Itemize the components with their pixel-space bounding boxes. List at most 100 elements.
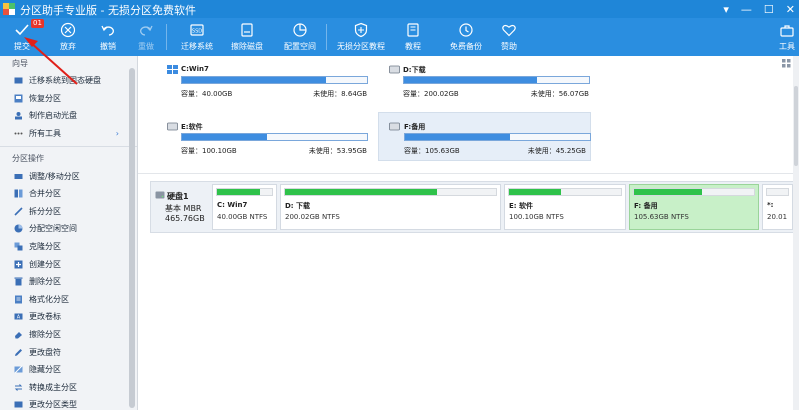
partition-usage-bar xyxy=(284,188,497,196)
sidebar-item-label: 格式化分区 xyxy=(29,294,69,304)
sidebar-item-resize-move[interactable]: 调整/移动分区 xyxy=(0,167,137,185)
sidebar-item-label: 更改卷标 xyxy=(29,312,61,322)
partition-name: F: 备用 xyxy=(634,202,658,210)
drive-card[interactable]: C:Win7 容量：40.00GB 未使用：8.64GB xyxy=(164,62,369,104)
drive-usage-fill xyxy=(182,77,327,83)
sidebar-item-delete[interactable]: 删除分区 xyxy=(0,273,137,291)
sidebar-item-migrate-ssd[interactable]: 迁移系统到固态硬盘 xyxy=(0,72,137,90)
disk-info[interactable]: 硬盘1 基本 MBR 465.76GB xyxy=(153,184,211,228)
partition-name: *: xyxy=(767,201,774,209)
partition-block-unallocated[interactable]: *: 20.01 xyxy=(762,184,793,230)
wizard-section-header: 向导 xyxy=(12,59,28,68)
sidebar-item-change-drive-letter[interactable]: 更改盘符 xyxy=(0,343,137,361)
discard-icon xyxy=(60,22,76,38)
sidebar-item-format[interactable]: 格式化分区 xyxy=(0,291,137,309)
drive-usage-fill xyxy=(405,134,511,140)
drive-icon xyxy=(167,122,178,131)
wipe-disk-icon xyxy=(241,23,253,37)
partition-usage-fill xyxy=(217,189,260,195)
undo-button[interactable]: 撤销 xyxy=(100,20,116,54)
sidebar-item-label: 擦除分区 xyxy=(29,330,61,340)
tutorial-button[interactable]: 教程 xyxy=(405,20,421,54)
disk-type: 基本 MBR xyxy=(165,204,202,213)
partition-usage-bar xyxy=(508,188,622,196)
tutorial-label: 教程 xyxy=(405,42,421,51)
sidebar-item-hide[interactable]: 隐藏分区 xyxy=(0,361,137,379)
drive-usage-fill xyxy=(404,77,538,83)
partition-info: 40.00GB NTFS xyxy=(217,213,268,221)
minimize-button[interactable]: — xyxy=(741,3,752,16)
free-backup-button[interactable]: 免费备份 xyxy=(450,20,482,54)
maximize-button[interactable]: ☐ xyxy=(764,3,774,16)
main-scrollbar[interactable] xyxy=(793,56,799,410)
backup-icon xyxy=(459,23,473,37)
pie-chart-icon xyxy=(14,224,23,233)
sidebar-item-all-tools[interactable]: 所有工具 › xyxy=(0,125,137,143)
migrate-os-button[interactable]: SSD 迁移系统 xyxy=(181,20,213,54)
sidebar-item-label: 所有工具 xyxy=(29,129,61,139)
trash-icon xyxy=(14,277,23,286)
discard-button[interactable]: 放弃 xyxy=(60,20,76,54)
allocate-space-button[interactable]: 配置空间 xyxy=(284,20,316,54)
partition-block[interactable]: D: 下载 200.02GB NTFS xyxy=(280,184,501,230)
donate-label: 赞助 xyxy=(501,42,517,51)
sidebar-item-label: 转换成主分区 xyxy=(29,382,77,392)
partition-info: 200.02GB NTFS xyxy=(285,213,340,221)
sidebar-scrollbar[interactable] xyxy=(129,68,135,408)
sidebar-item-make-bootable-disc[interactable]: 制作启动光盘 xyxy=(0,107,137,125)
drive-card[interactable]: E:软件 容量：100.10GB 未使用：53.95GB xyxy=(164,119,369,161)
sidebar-item-allocate-free-space[interactable]: 分配空闲空间 xyxy=(0,220,137,238)
shield-icon xyxy=(354,22,368,38)
close-button[interactable]: ✕ xyxy=(786,3,795,16)
partition-block[interactable]: C: Win7 40.00GB NTFS xyxy=(212,184,277,230)
partition-name: C: Win7 xyxy=(217,201,248,209)
menu-dropdown-button[interactable]: ▾ xyxy=(723,3,729,16)
sidebar-item-create[interactable]: 创建分区 xyxy=(0,255,137,273)
sidebar-divider xyxy=(0,146,137,148)
partition-ops-header: 分区操作 xyxy=(12,154,44,164)
drive-name: E:软件 xyxy=(181,123,203,131)
wipe-disk-button[interactable]: 擦除磁盘 xyxy=(231,20,263,54)
sidebar-item-merge[interactable]: 合并分区 xyxy=(0,185,137,203)
undo-icon xyxy=(101,25,114,36)
chevron-right-icon: › xyxy=(115,129,119,139)
commit-button[interactable]: 01 提交 xyxy=(14,19,44,54)
sidebar-item-recover-partition[interactable]: 恢复分区 xyxy=(0,90,137,108)
lossless-tutorial-button[interactable]: 无损分区教程 xyxy=(337,20,385,54)
sidebar-item-wipe[interactable]: 擦除分区 xyxy=(0,326,137,344)
main-panel: C:Win7 容量：40.00GB 未使用：8.64GB D:下载 容量：200… xyxy=(138,56,799,410)
drive-card-selected[interactable]: F:备用 容量：105.63GB 未使用：45.25GB xyxy=(378,112,591,161)
app-logo-icon xyxy=(3,3,15,15)
commit-label: 提交 xyxy=(14,42,30,51)
drive-capacity: 容量：40.00GB xyxy=(181,90,233,98)
migrate-icon xyxy=(14,77,23,84)
sidebar-item-change-label[interactable]: A 更改卷标 xyxy=(0,308,137,326)
drive-name: D:下载 xyxy=(403,66,426,74)
hard-disk-icon xyxy=(155,191,165,199)
svg-text:A: A xyxy=(17,315,21,321)
redo-button[interactable]: 重做 xyxy=(138,20,154,54)
partition-block[interactable]: E: 软件 100.10GB NTFS xyxy=(504,184,626,230)
view-grid-icon[interactable] xyxy=(782,59,791,68)
resize-icon xyxy=(14,173,23,179)
sidebar-item-label: 制作启动光盘 xyxy=(29,111,77,121)
sidebar-item-split[interactable]: 拆分分区 xyxy=(0,203,137,221)
partition-block-selected[interactable]: F: 备用 105.63GB NTFS xyxy=(629,184,759,230)
sidebar-item-change-type[interactable]: 更改分区类型 xyxy=(0,396,137,410)
sidebar-item-label: 克隆分区 xyxy=(29,242,61,252)
label-icon: A xyxy=(14,313,23,321)
sidebar-item-convert-primary[interactable]: 转换成主分区 xyxy=(0,379,137,397)
sidebar-item-clone[interactable]: 克隆分区 xyxy=(0,238,137,256)
drive-card[interactable]: D:下载 容量：200.02GB 未使用：56.07GB xyxy=(386,62,591,104)
heart-icon xyxy=(502,24,516,37)
sidebar-item-label: 隐藏分区 xyxy=(29,365,61,375)
window-controls: ▾ — ☐ ✕ xyxy=(723,0,795,18)
tools-button[interactable]: 工具 xyxy=(779,20,795,54)
scrollbar-thumb[interactable] xyxy=(794,86,798,166)
main-toolbar: 01 提交 放弃 撤销 重做 SSD 迁移系统 擦除磁盘 配置空间 无损分区教程… xyxy=(0,18,799,56)
panel-splitter[interactable] xyxy=(138,173,799,174)
donate-button[interactable]: 赞助 xyxy=(501,20,517,54)
tools-label: 工具 xyxy=(779,42,795,51)
sidebar-item-label: 恢复分区 xyxy=(29,93,61,103)
partition-usage-bar xyxy=(216,188,273,196)
